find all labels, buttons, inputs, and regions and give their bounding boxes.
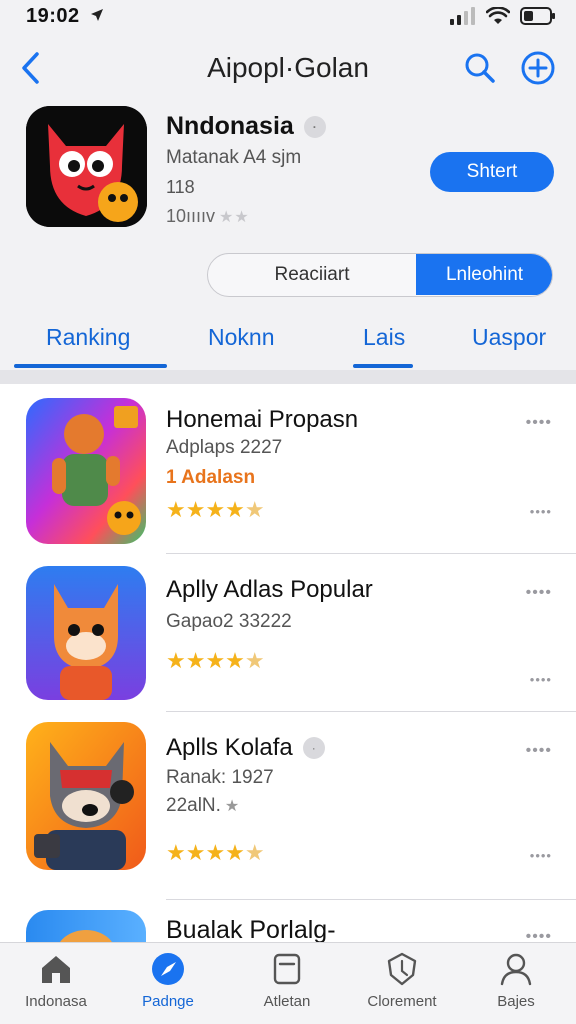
app-title: Aplly Adlas Popular: [166, 576, 373, 603]
app-icon: [26, 722, 146, 870]
list-item[interactable]: Bualak Porlalg- ••••: [0, 900, 576, 942]
rating-stars: ★★★★★: [166, 497, 265, 523]
segment-right[interactable]: Lnleohint: [416, 254, 552, 295]
tab-bar-item-card[interactable]: Atletan: [232, 951, 342, 1010]
app-title: Honemai Propasn: [166, 406, 359, 433]
more-options-secondary[interactable]: ••••: [530, 672, 552, 687]
tab-bar-item-profile[interactable]: Bajes: [461, 951, 571, 1010]
tab-bar-item-home[interactable]: Indonasa: [1, 951, 111, 1010]
cellular-signal-icon: [450, 7, 475, 25]
home-icon: [42, 956, 70, 983]
tab-bar-label: Padnge: [142, 993, 194, 1010]
raccoon-character-icon: [26, 722, 146, 870]
featured-app-subtitle: Matanak A4 sjm: [166, 147, 302, 168]
rating-stars: ★★★★★: [166, 840, 265, 866]
app-icon: [26, 398, 146, 544]
featured-app-count: 118: [166, 177, 195, 197]
app-subtitle: Adplaps 2227: [166, 437, 283, 458]
status-time: 19:02: [26, 5, 80, 27]
app-store-screen: 19:02 Aipopl·Golan Nndonasia · Matanak A…: [0, 0, 576, 1024]
app-icon: [26, 910, 146, 942]
tab-bar-item-shield[interactable]: Clorement: [347, 951, 457, 1010]
fox-mascot-icon: [26, 106, 147, 227]
category-tabs: Ranking Noknn Lais Uaspor: [0, 320, 576, 370]
verified-badge-icon: ·: [302, 737, 325, 759]
half-star-icon: ★: [244, 648, 265, 673]
card-icon: [273, 953, 301, 985]
get-button[interactable]: Shtert: [430, 152, 554, 192]
shield-icon: [387, 952, 417, 986]
app-subtitle-secondary-text: 22alN.: [166, 795, 221, 816]
list-item[interactable]: Honemai Propasn Adplaps 2227 1 Adalasn ★…: [0, 384, 576, 554]
plus-circle-icon: [521, 51, 555, 85]
segmented-control: Reaciiart Lnleohint: [207, 253, 553, 297]
app-subtitle: Gapao2 33222: [166, 611, 292, 632]
app-subtitle-secondary: 22alN. ★: [166, 795, 239, 817]
battery-icon: [520, 7, 555, 25]
more-options-button[interactable]: ••••: [526, 584, 552, 602]
list-item[interactable]: Aplly Adlas Popular Gapao2 33222 ★★★★★ •…: [0, 554, 576, 712]
app-title: Bualak Porlalg-: [166, 916, 336, 942]
wifi-icon: [486, 7, 510, 24]
small-star-icon: ★: [224, 798, 240, 815]
add-button[interactable]: [520, 50, 556, 86]
more-options-button[interactable]: ••••: [526, 742, 552, 760]
featured-app-title: Nndonasia: [166, 112, 294, 140]
more-options-secondary[interactable]: ••••: [530, 848, 552, 863]
tab-bar-item-discover[interactable]: Padnge: [113, 951, 223, 1010]
featured-app-rating-text: 10ııııv: [166, 206, 216, 226]
star-icon: ★★★★: [166, 648, 245, 673]
app-icon: [26, 566, 146, 700]
app-subtitle: Ranak: 1927: [166, 767, 274, 788]
featured-app-rating: 10ııııv ★★: [166, 206, 250, 227]
tab-noknn[interactable]: Noknn: [208, 324, 274, 351]
rating-stars: ★★★★★: [166, 648, 265, 674]
rating-stars-icon: ★★: [219, 208, 250, 226]
featured-app-icon[interactable]: [26, 106, 147, 227]
compass-icon: [152, 953, 184, 985]
app-highlight: 1 Adalasn: [166, 467, 256, 488]
tab-bar-label: Atletan: [263, 993, 311, 1010]
list-item[interactable]: Aplls Kolafa · Ranak: 1927 22alN. ★ ★★★★…: [0, 712, 576, 900]
tab-lais-underline: [353, 364, 413, 368]
location-arrow-icon: [91, 9, 103, 21]
app-title-text: Aplls Kolafa: [166, 734, 293, 761]
tab-bar-label: Bajes: [497, 993, 535, 1010]
tab-ranking[interactable]: Ranking: [46, 324, 130, 351]
more-options-button[interactable]: ••••: [526, 928, 552, 942]
search-button[interactable]: [462, 50, 498, 86]
tab-bar-label: Clorement: [367, 993, 437, 1010]
tab-lais[interactable]: Lais: [363, 324, 405, 351]
half-star-icon: ★: [244, 840, 265, 865]
squirrel-character-icon: [26, 398, 146, 544]
fox-character-icon: [26, 566, 146, 700]
featured-app-name: Nndonasia ·: [166, 112, 326, 141]
cat-character-icon: [26, 910, 146, 942]
half-star-icon: ★: [244, 497, 265, 522]
tab-ranking-underline: [14, 364, 167, 368]
app-title: Aplls Kolafa ·: [166, 734, 325, 762]
app-header-area: Aipopl·Golan Nndonasia · Matanak A4 sjm …: [0, 34, 576, 370]
verified-badge-icon: ·: [303, 115, 326, 138]
star-icon: ★★★★: [166, 497, 245, 522]
page-title: Aipopl·Golan: [207, 52, 369, 83]
search-icon: [465, 53, 495, 83]
star-icon: ★★★★: [166, 840, 245, 865]
more-options-button[interactable]: ••••: [526, 414, 552, 432]
back-button[interactable]: [14, 48, 46, 88]
chevron-left-icon: [22, 52, 39, 84]
tab-bar-label: Indonasa: [25, 993, 87, 1010]
segment-left[interactable]: Reaciiart: [208, 254, 416, 295]
status-icons: [450, 7, 556, 25]
tab-uaspor[interactable]: Uaspor: [472, 324, 546, 351]
person-icon: [500, 953, 532, 986]
more-options-secondary[interactable]: ••••: [530, 504, 552, 519]
section-divider: [0, 370, 576, 384]
bottom-tab-bar: Indonasa Padnge Atletan Clorement Bajes: [0, 942, 576, 1024]
status-bar: 19:02: [0, 0, 576, 34]
